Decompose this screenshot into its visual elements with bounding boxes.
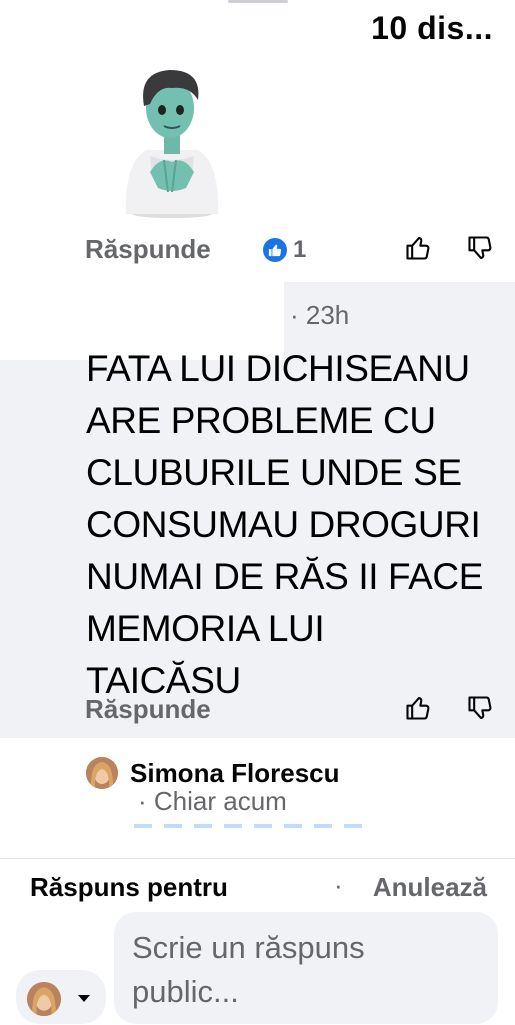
caret-down-icon[interactable] xyxy=(78,995,90,1002)
reaction-summary[interactable]: 1 xyxy=(263,236,306,264)
reply-input-placeholder: Scrie un răspuns public... xyxy=(132,930,365,1009)
thumbs-down-icon[interactable] xyxy=(466,234,496,264)
reply-author[interactable]: Simona Florescu xyxy=(130,758,340,789)
reply-input[interactable]: Scrie un răspuns public... xyxy=(114,912,498,1024)
separator-dot: · xyxy=(334,870,343,900)
thumbs-up-icon[interactable] xyxy=(404,694,434,724)
avatar[interactable] xyxy=(86,757,118,789)
avatar[interactable] xyxy=(27,982,61,1016)
cancel-button[interactable]: Anulează xyxy=(373,872,487,903)
reply-link[interactable]: Răspunde xyxy=(85,694,211,725)
drag-handle[interactable] xyxy=(228,0,288,3)
reply-to-label: Răspuns pentru xyxy=(30,872,228,902)
like-count: 1 xyxy=(293,236,307,263)
comment-time: · 23h xyxy=(290,300,350,330)
sticker-image xyxy=(125,70,219,218)
reply-time: · Chiar acum xyxy=(138,786,287,816)
like-badge-icon xyxy=(263,238,287,262)
thumbs-down-icon[interactable] xyxy=(466,694,496,724)
cut-off-text xyxy=(134,824,374,828)
timestamp-header: 10 dis... xyxy=(371,10,493,46)
reply-link[interactable]: Răspunde xyxy=(85,234,211,265)
thumbs-up-icon[interactable] xyxy=(404,234,434,264)
comment-text: FATA LUI DICHISEANU ARE PROBLEME CU CLUB… xyxy=(86,348,484,701)
